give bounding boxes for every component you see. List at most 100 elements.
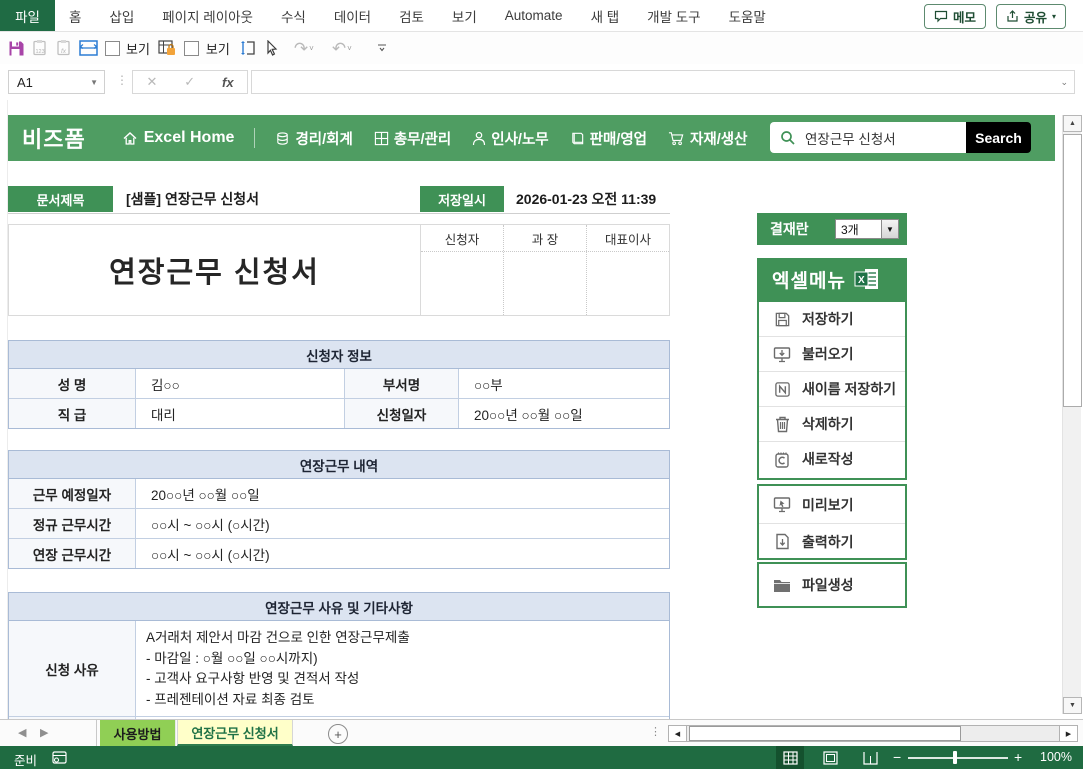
preview-icon xyxy=(772,496,792,513)
menu-save-as-button[interactable]: 새이름 저장하기 xyxy=(759,371,905,406)
excel-home-link[interactable]: Excel Home xyxy=(122,129,234,147)
nav-general-affairs[interactable]: 총무/관리 xyxy=(374,128,451,149)
excel-menu-header: 엑셀메뉴 X xyxy=(757,258,907,300)
new-doc-icon xyxy=(772,451,792,468)
tab-home[interactable]: 홈 xyxy=(55,0,95,31)
file-create-icon xyxy=(772,578,792,593)
select-cursor-icon[interactable] xyxy=(260,36,284,60)
page-layout-view-button[interactable] xyxy=(816,746,844,769)
horizontal-scrollbar[interactable]: ◀ ▶ xyxy=(668,725,1078,742)
zoom-level[interactable]: 100% xyxy=(1040,750,1072,764)
scroll-down-icon[interactable]: ▼ xyxy=(1063,697,1082,714)
menu-file-create-button[interactable]: 파일생성 xyxy=(759,564,905,606)
scroll-left-icon[interactable]: ◀ xyxy=(669,726,687,741)
tab-developer[interactable]: 개발 도구 xyxy=(633,0,714,31)
nav-materials[interactable]: 자재/생산 xyxy=(668,128,747,149)
status-bar: 준비 − + 100% xyxy=(0,746,1083,769)
nav-sales[interactable]: 판매/영업 xyxy=(570,128,647,149)
toolbar-overflow-icon[interactable] xyxy=(370,36,394,60)
applicant-info-header: 신청자 정보 xyxy=(9,341,669,369)
formula-buttons: ✕ ✓ fx xyxy=(132,70,248,94)
tab-review[interactable]: 검토 xyxy=(385,0,438,31)
approval-col-manager: 과 장 xyxy=(503,225,586,251)
tab-new-tab[interactable]: 새 탭 xyxy=(577,0,634,31)
zoom-slider[interactable] xyxy=(908,757,1008,759)
menu-preview-button[interactable]: 미리보기 xyxy=(759,486,905,523)
view-checkbox-2[interactable] xyxy=(180,36,204,60)
save-icon[interactable] xyxy=(4,36,28,60)
formula-expand-icon[interactable]: ⌄ xyxy=(1060,77,1074,88)
name-box[interactable]: A1 ▼ xyxy=(8,70,105,94)
row-height-icon[interactable] xyxy=(236,36,260,60)
view-checkbox-1[interactable] xyxy=(100,36,124,60)
table-row: 연장 근무시간 ○○시 ~ ○○시 (○시간) xyxy=(9,538,669,568)
person-icon xyxy=(472,131,486,146)
menu-new-button[interactable]: 새로작성 xyxy=(759,441,905,476)
tab-help[interactable]: 도움말 xyxy=(715,0,780,31)
select-dropdown-icon[interactable]: ▼ xyxy=(881,220,898,238)
nav-accounting[interactable]: 경리/회계 xyxy=(275,128,353,149)
tab-page-layout[interactable]: 페이지 레이아웃 xyxy=(148,0,267,31)
name-box-dropdown-icon[interactable]: ▼ xyxy=(90,78,98,87)
formula-input[interactable] xyxy=(252,71,1061,93)
formula-bar-divider: ⋮ xyxy=(116,73,128,87)
normal-view-button[interactable] xyxy=(776,746,804,769)
view-checkbox-2-label: 보기 xyxy=(205,41,230,57)
scroll-up-icon[interactable]: ▲ xyxy=(1063,115,1082,132)
menu-delete-button[interactable]: 삭제하기 xyxy=(759,406,905,441)
overtime-detail-header: 연장근무 내역 xyxy=(9,451,669,479)
overtime-reason-header: 연장근무 사유 및 기타사항 xyxy=(9,593,669,621)
add-sheet-icon[interactable]: + xyxy=(328,724,348,744)
ledger-icon xyxy=(275,131,290,146)
paste-values-icon[interactable]: 123 xyxy=(28,36,52,60)
enter-icon[interactable]: ✓ xyxy=(184,74,195,90)
search-field[interactable] xyxy=(770,122,966,153)
protect-sheet-icon[interactable] xyxy=(156,36,180,60)
freeze-panes-icon[interactable] xyxy=(76,36,100,60)
nav-hr-labor[interactable]: 인사/노무 xyxy=(472,128,549,149)
print-icon xyxy=(772,533,792,550)
document-meta-row: 문서제목 [샘플] 연장근무 신청서 저장일시 2026-01-23 오전 11… xyxy=(8,186,670,214)
sheet-tab-overtime-form[interactable]: 연장근무 신청서 xyxy=(177,720,293,746)
doc-title-value: [샘플] 연장근무 신청서 xyxy=(126,191,260,207)
tab-data[interactable]: 데이터 xyxy=(320,0,385,31)
formula-bar-row: A1 ▼ ⋮ ✕ ✓ fx ⌄ xyxy=(0,64,1083,101)
tab-automate[interactable]: Automate xyxy=(491,0,577,31)
paste-formula-icon[interactable]: fx xyxy=(52,36,76,60)
form-title: 연장근무 신청서 xyxy=(9,225,421,315)
menu-save-button[interactable]: 저장하기 xyxy=(759,302,905,336)
search-icon xyxy=(780,130,796,146)
saved-at-badge: 저장일시 xyxy=(420,186,504,212)
menu-load-button[interactable]: 불러오기 xyxy=(759,336,905,371)
sheet-next-icon[interactable]: ▶ xyxy=(40,726,48,739)
macro-record-icon[interactable] xyxy=(52,751,67,764)
redo-icon[interactable]: ↷ ˅ xyxy=(292,36,316,60)
approval-count-select[interactable]: 3개 ▼ xyxy=(835,219,899,239)
tab-formulas[interactable]: 수식 xyxy=(267,0,320,31)
tab-file[interactable]: 파일 xyxy=(0,0,55,31)
page-break-view-button[interactable] xyxy=(856,746,884,769)
share-button[interactable]: 공유 ▾ xyxy=(995,4,1066,29)
tab-insert[interactable]: 삽입 xyxy=(95,0,148,31)
zoom-in-icon[interactable]: + xyxy=(1014,749,1022,765)
scroll-right-icon[interactable]: ▶ xyxy=(1059,726,1077,741)
vertical-scrollbar[interactable]: ▲ ▼ xyxy=(1062,115,1082,714)
search-button[interactable]: Search xyxy=(966,122,1031,153)
comments-button[interactable]: 메모 xyxy=(923,4,986,29)
menu-print-button[interactable]: 출력하기 xyxy=(759,523,905,559)
insert-function-icon[interactable]: fx xyxy=(222,75,234,90)
sheet-prev-icon[interactable]: ◀ xyxy=(18,726,26,739)
zoom-out-icon[interactable]: − xyxy=(893,749,901,765)
approval-col-applicant: 신청자 xyxy=(444,232,480,247)
bizforms-logo: 비즈폼 xyxy=(22,127,86,152)
zoom-slider-thumb[interactable] xyxy=(953,751,957,764)
horizontal-scroll-thumb[interactable] xyxy=(689,726,961,741)
sheet-tab-usage[interactable]: 사용방법 xyxy=(100,720,176,746)
vertical-scroll-thumb[interactable] xyxy=(1063,134,1082,407)
tab-view[interactable]: 보기 xyxy=(438,0,491,31)
cancel-icon[interactable]: ✕ xyxy=(146,74,157,90)
svg-text:X: X xyxy=(858,275,865,286)
undo-icon[interactable]: ↶ ˅ xyxy=(330,36,354,60)
search-input[interactable] xyxy=(803,129,927,146)
overtime-detail-table: 연장근무 내역 근무 예정일자 20○○년 ○○월 ○○일 정규 근무시간 ○○… xyxy=(8,450,670,569)
